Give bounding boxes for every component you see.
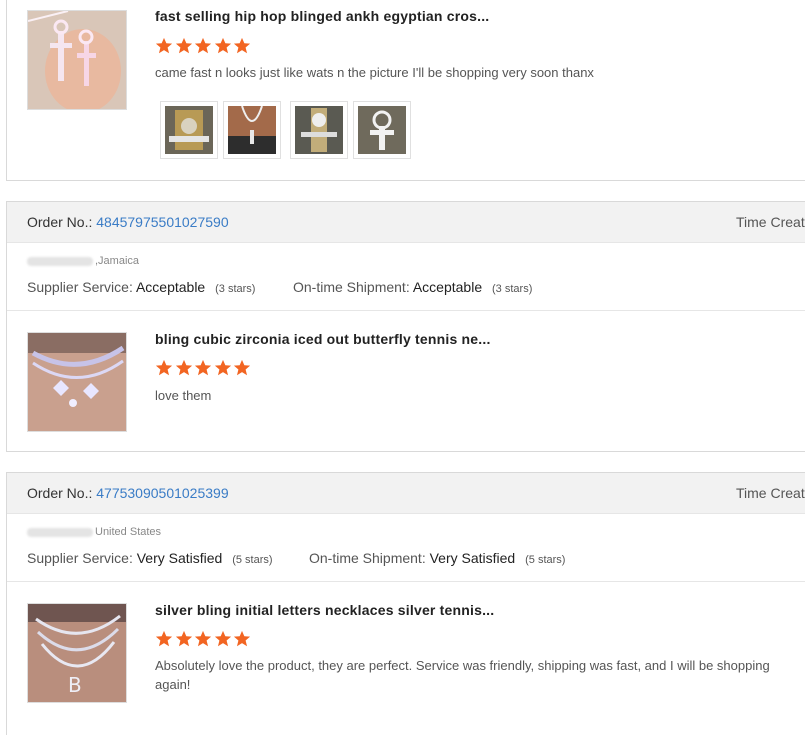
review-photo[interactable] <box>353 101 411 159</box>
star-icon <box>214 37 234 55</box>
review-photo[interactable] <box>290 101 348 159</box>
star-icon <box>175 630 195 648</box>
shipment-rating: On-time Shipment: Acceptable (3 stars) <box>293 279 532 295</box>
time-created-label: Time Create <box>736 485 805 501</box>
rating-stars <box>155 37 253 55</box>
supplier-service-stars: (3 stars) <box>215 283 256 295</box>
star-icon <box>214 359 234 377</box>
supplier-service-label: Supplier Service: <box>27 550 133 566</box>
svg-text:B: B <box>68 673 82 697</box>
star-icon <box>155 359 175 377</box>
supplier-service-label: Supplier Service: <box>27 279 133 295</box>
redacted-name <box>27 527 93 537</box>
order-number-link[interactable]: 48457975501027590 <box>96 214 228 230</box>
redacted-name <box>27 256 93 266</box>
buyer-location: ,Jamaica <box>27 255 139 267</box>
review-photo[interactable] <box>160 101 218 159</box>
review-photo[interactable] <box>223 101 281 159</box>
shipment-stars: (5 stars) <box>525 554 566 566</box>
order-number-link[interactable]: 47753090501025399 <box>96 485 228 501</box>
star-icon <box>214 630 234 648</box>
star-icon <box>233 37 253 55</box>
time-created-label: Time Create <box>736 214 805 230</box>
order-meta: United States Supplier Service: Very Sat… <box>7 514 805 582</box>
buyer-location: United States <box>27 526 161 538</box>
feedback-page: fast selling hip hop blinged ankh egypti… <box>0 0 805 735</box>
shipment-stars: (3 stars) <box>492 283 533 295</box>
shipment-label: On-time Shipment: <box>309 550 426 566</box>
star-icon <box>175 37 195 55</box>
order-meta: ,Jamaica Supplier Service: Acceptable (3… <box>7 243 805 311</box>
star-icon <box>175 359 195 377</box>
review-text: love them <box>155 388 212 403</box>
seller-ratings: Supplier Service: Acceptable (3 stars) O… <box>27 279 532 295</box>
order-header: Order No.: 47753090501025399 Time Create <box>7 473 805 514</box>
review-card: fast selling hip hop blinged ankh egypti… <box>6 0 805 181</box>
shipment-value: Very Satisfied <box>429 550 516 566</box>
order-card: Order No.: 47753090501025399 Time Create… <box>6 472 805 735</box>
rating-stars <box>155 630 253 648</box>
star-icon <box>155 37 175 55</box>
order-card: Order No.: 48457975501027590 Time Create… <box>6 201 805 452</box>
shipment-value: Acceptable <box>412 279 483 295</box>
order-header: Order No.: 48457975501027590 Time Create <box>7 202 805 243</box>
star-icon <box>233 359 253 377</box>
product-thumbnail[interactable]: B <box>27 603 127 703</box>
rating-stars <box>155 359 253 377</box>
product-title[interactable]: bling cubic zirconia iced out butterfly … <box>155 331 491 347</box>
product-title[interactable]: fast selling hip hop blinged ankh egypti… <box>155 8 489 24</box>
order-number-label: Order No.: 47753090501025399 <box>27 485 229 501</box>
product-thumbnail[interactable] <box>27 332 127 432</box>
star-icon <box>194 630 214 648</box>
supplier-service-value: Very Satisfied <box>136 550 223 566</box>
star-icon <box>155 630 175 648</box>
order-number-label: Order No.: 48457975501027590 <box>27 214 229 230</box>
review-text: came fast n looks just like wats n the p… <box>155 65 594 80</box>
shipment-label: On-time Shipment: <box>293 279 410 295</box>
shipment-rating: On-time Shipment: Very Satisfied (5 star… <box>309 550 565 566</box>
review-text: Absolutely love the product, they are pe… <box>155 658 770 692</box>
star-icon <box>194 359 214 377</box>
star-icon <box>194 37 214 55</box>
seller-ratings: Supplier Service: Very Satisfied (5 star… <box>27 550 565 566</box>
supplier-service-value: Acceptable <box>135 279 206 295</box>
product-title[interactable]: silver bling initial letters necklaces s… <box>155 602 494 618</box>
supplier-service-stars: (5 stars) <box>232 554 273 566</box>
product-thumbnail[interactable] <box>27 10 127 110</box>
star-icon <box>233 630 253 648</box>
